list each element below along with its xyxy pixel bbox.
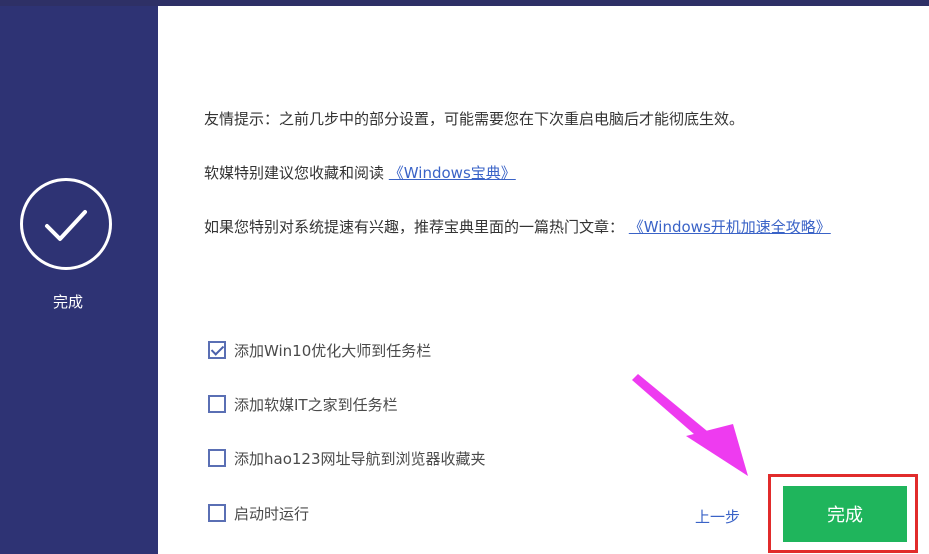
windows-guide-link[interactable]: 《Windows宝典》	[389, 164, 516, 182]
boot-speedup-article-link[interactable]: 《Windows开机加速全攻略》	[629, 218, 831, 236]
tip-line-2-text: 软媒特别建议您收藏和阅读	[204, 164, 385, 182]
checkbox-icon[interactable]	[208, 504, 226, 522]
sidebar: 完成	[0, 6, 158, 554]
checkbox-checked-icon[interactable]	[208, 341, 226, 359]
option-label: 添加hao123网址导航到浏览器收藏夹	[234, 449, 486, 468]
finish-button[interactable]: 完成	[783, 486, 907, 542]
option-run-at-startup[interactable]: 启动时运行	[208, 502, 309, 524]
checkbox-icon[interactable]	[208, 449, 226, 467]
option-pin-win10-optimizer[interactable]: 添加Win10优化大师到任务栏	[208, 339, 431, 361]
step-label: 完成	[52, 293, 83, 311]
annotation-arrow-icon	[632, 374, 748, 476]
tip-line-3-text: 如果您特别对系统提速有兴趣，推荐宝典里面的一篇热门文章：	[204, 218, 625, 236]
tip-line-3: 如果您特别对系统提速有兴趣，推荐宝典里面的一篇热门文章： 《Windows开机加…	[204, 216, 831, 237]
main-panel: 友情提示：之前几步中的部分设置，可能需要您在下次重启电脑后才能彻底生效。 软媒特…	[158, 6, 929, 554]
previous-step-button[interactable]: 上一步	[695, 506, 740, 527]
option-label: 启动时运行	[234, 504, 310, 523]
checkbox-icon[interactable]	[208, 395, 226, 413]
tip-line-2: 软媒特别建议您收藏和阅读 《Windows宝典》	[204, 162, 516, 183]
option-label: 添加Win10优化大师到任务栏	[234, 341, 432, 360]
option-label: 添加软媒IT之家到任务栏	[234, 395, 398, 414]
complete-check-icon	[20, 178, 112, 270]
option-pin-ithome[interactable]: 添加软媒IT之家到任务栏	[208, 393, 398, 415]
tip-line-1: 友情提示：之前几步中的部分设置，可能需要您在下次重启电脑后才能彻底生效。	[204, 110, 745, 128]
option-add-hao123-favorite[interactable]: 添加hao123网址导航到浏览器收藏夹	[208, 447, 486, 469]
